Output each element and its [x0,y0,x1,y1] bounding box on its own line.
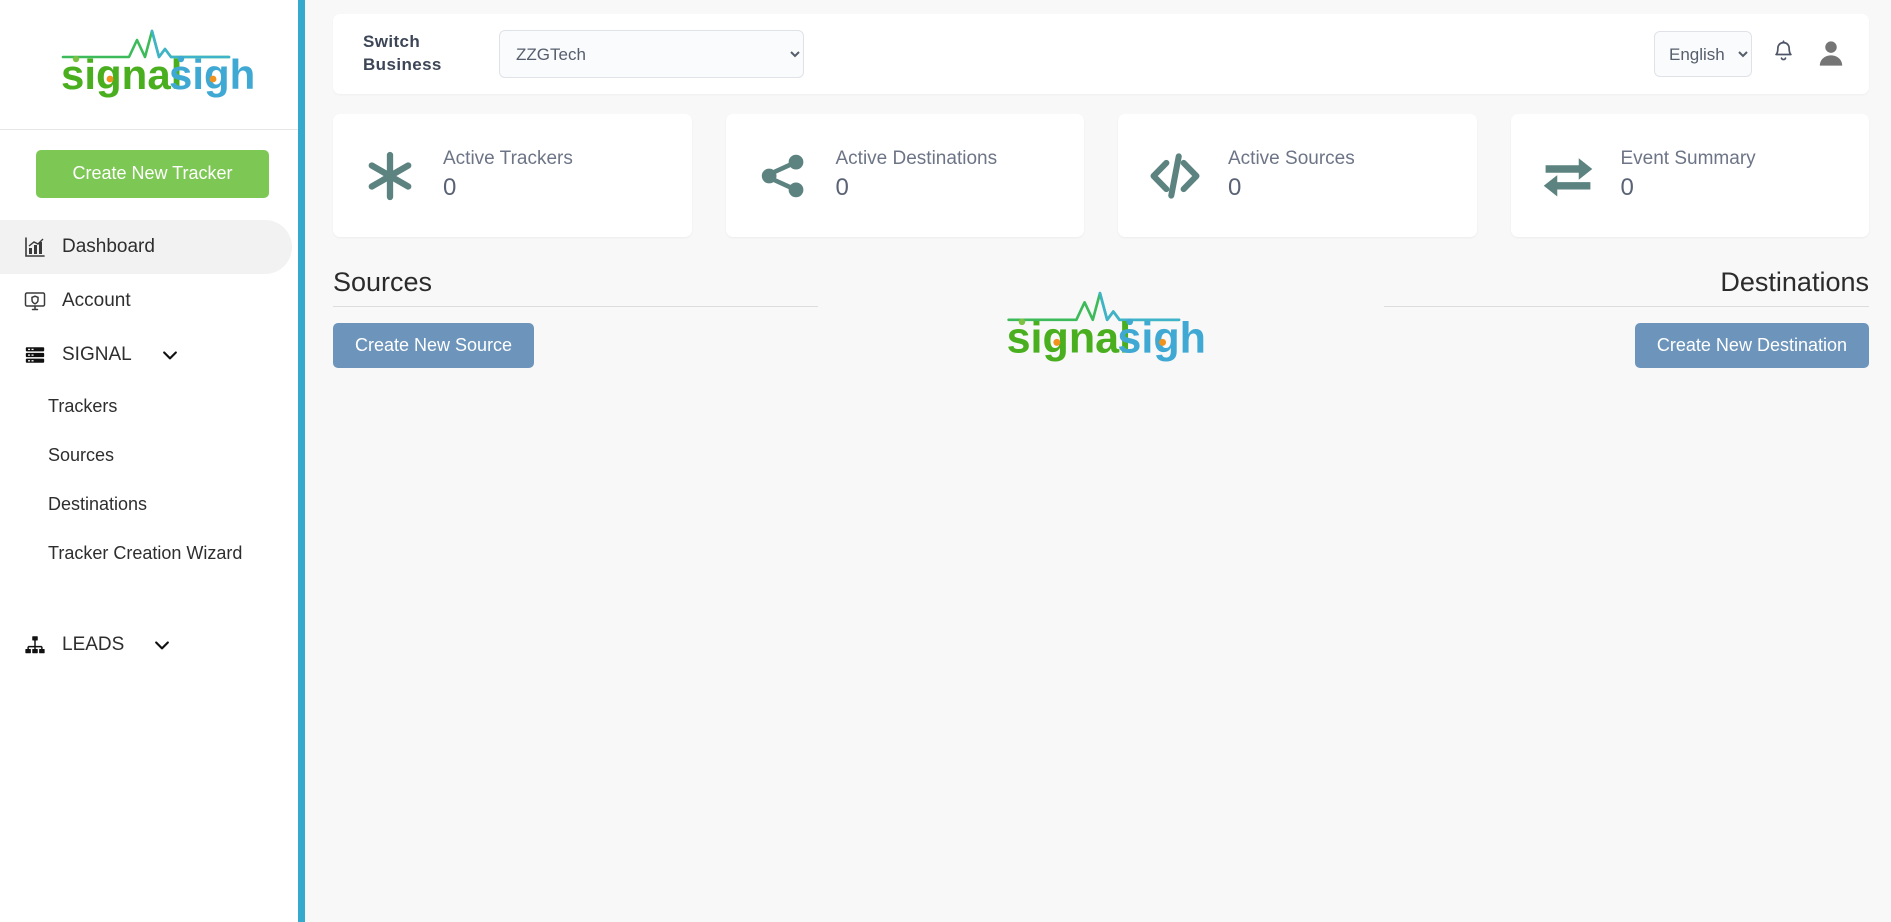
sources-divider [333,306,818,307]
sidebar-group-signal[interactable]: SIGNAL [0,328,305,382]
share-nodes-icon [752,150,814,202]
stat-card-title: Active Sources [1228,148,1355,170]
stat-card-value: 0 [1620,174,1634,202]
notifications-button[interactable] [1770,39,1797,69]
sidebar-item-dashboard[interactable]: Dashboard [0,219,292,274]
switch-business-line2: Business [363,55,442,74]
sources-heading: Sources [333,267,433,297]
chevron-down-icon[interactable] [160,345,180,365]
sidebar-accent-rail [298,0,305,922]
sources-destinations-row: Sources Create New Source signal sight D… [333,267,1869,368]
sidebar: signal sight Create New Tracker [0,0,305,922]
sidebar-item-account[interactable]: Account [0,274,292,328]
stat-cards-row: Active Trackers 0 Active Destinations 0 [333,114,1869,237]
stat-card-title: Event Summary [1620,148,1756,170]
stat-card-text: Active Sources 0 [1228,146,1355,204]
destinations-section: Destinations Create New Destination [1384,267,1869,368]
exchange-arrows-icon [1537,148,1599,204]
stat-card-active-sources[interactable]: Active Sources 0 [1118,114,1477,237]
sidebar-item-label: Dashboard [62,235,155,257]
topbar-right: English [1654,31,1847,77]
sidebar-group-label: LEADS [62,633,125,655]
stat-card-active-trackers[interactable]: Active Trackers 0 [333,114,692,237]
switch-business-line1: Switch [363,32,421,52]
business-select[interactable]: ZZGTech [499,30,804,78]
stat-card-text: Event Summary 0 [1621,146,1756,204]
create-new-source-button[interactable]: Create New Source [333,323,535,368]
stat-card-value: 0 [443,174,457,202]
svg-text:signal: signal [61,51,182,98]
sidebar-subitem-destinations[interactable]: Destinations [0,480,305,529]
user-avatar-icon [1815,37,1847,72]
sidebar-nav: Dashboard Account SIGNAL Trackers Source… [0,219,305,672]
sidebar-logo[interactable]: signal sight [0,0,305,130]
monitor-shield-icon [22,288,48,314]
stat-card-text: Active Destinations 0 [836,146,998,204]
sidebar-subitem-trackers[interactable]: Trackers [0,382,305,431]
sources-section: Sources Create New Source [333,267,818,368]
stat-card-text: Active Trackers 0 [443,146,573,204]
topbar: Switch Business ZZGTech English [333,14,1869,94]
stat-card-value: 0 [1228,174,1242,202]
sitemap-icon [22,632,48,658]
sidebar-group-leads[interactable]: LEADS [0,618,305,672]
signalsight-logo-icon: signal sight [61,29,253,98]
app-root: signal sight Create New Tracker [0,0,1891,922]
server-stack-icon [22,342,48,368]
user-avatar-button[interactable] [1815,37,1847,72]
code-icon [1144,148,1206,204]
main-content: Switch Business ZZGTech English Active T… [305,0,1891,922]
svg-text:signal: signal [1007,315,1132,363]
asterisk-icon [359,148,421,204]
language-select[interactable]: English [1654,31,1752,77]
chart-bars-icon [22,234,48,260]
center-watermark-logo: signal sight [818,267,1384,367]
sidebar-item-label: Account [62,289,131,311]
destinations-heading: Destinations [1720,267,1869,297]
create-new-destination-button[interactable]: Create New Destination [1634,323,1869,368]
create-new-tracker-button[interactable]: Create New Tracker [36,150,269,198]
sidebar-subitem-sources[interactable]: Sources [0,431,305,480]
sidebar-group-label: SIGNAL [62,343,132,365]
stat-card-title: Active Destinations [835,148,998,170]
stat-card-value: 0 [835,174,849,202]
switch-business-label: Switch Business [363,31,483,77]
stat-card-event-summary[interactable]: Event Summary 0 [1510,114,1869,237]
stat-card-active-destinations[interactable]: Active Destinations 0 [725,114,1084,237]
create-tracker-wrap: Create New Tracker [0,130,305,198]
chevron-down-icon[interactable] [152,635,172,655]
sidebar-subitem-tracker-creation-wizard[interactable]: Tracker Creation Wizard [0,529,305,578]
stat-card-title: Active Trackers [443,148,573,170]
signalsight-logo-icon: signal sight [1007,291,1205,363]
destinations-divider [1384,306,1869,307]
bell-icon [1770,39,1797,69]
